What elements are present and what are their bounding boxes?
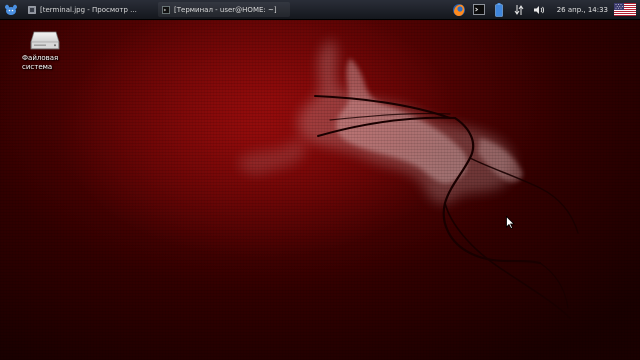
us-flag-icon[interactable] (614, 3, 636, 16)
network-transfer-icon (514, 4, 524, 15)
taskbar-item-label: [terminal.jpg - Просмотр ... (40, 5, 137, 14)
desktop-icon-label-line1: Файловая (22, 54, 59, 62)
firefox-icon (452, 3, 465, 16)
xfce-mouse-icon (5, 4, 17, 15)
taskbar-item-image-viewer[interactable]: [terminal.jpg - Просмотр ... (24, 2, 156, 17)
terminal-icon (472, 4, 485, 15)
network-indicator[interactable] (509, 0, 529, 19)
hard-drive-icon (30, 31, 60, 50)
mouse-pointer-icon (506, 216, 515, 229)
battery-indicator[interactable] (489, 0, 509, 19)
terminal-icon (162, 5, 170, 14)
system-tray: 26 апр., 14:33 (449, 0, 640, 19)
desktop-icon-label: Файловая система (18, 54, 72, 72)
desktop-wallpaper (60, 18, 579, 319)
volume-control[interactable] (529, 0, 549, 19)
battery-icon (494, 2, 503, 17)
taskbar-item-label: [Терминал - user@HOME: ~] (174, 5, 277, 14)
clock[interactable]: 26 апр., 14:33 (549, 6, 614, 14)
speaker-icon (533, 5, 544, 14)
terminal-launcher[interactable] (469, 0, 489, 19)
image-viewer-icon (28, 5, 36, 14)
firefox-launcher[interactable] (449, 0, 469, 19)
taskbar-item-terminal[interactable]: [Терминал - user@HOME: ~] (158, 2, 290, 17)
desktop-icon-filesystem[interactable]: Файловая система (20, 29, 70, 72)
desktop-icon-label-line2: система (22, 63, 53, 71)
top-panel: [terminal.jpg - Просмотр ... [Терминал -… (0, 0, 640, 20)
applications-menu-button[interactable] (0, 0, 22, 19)
